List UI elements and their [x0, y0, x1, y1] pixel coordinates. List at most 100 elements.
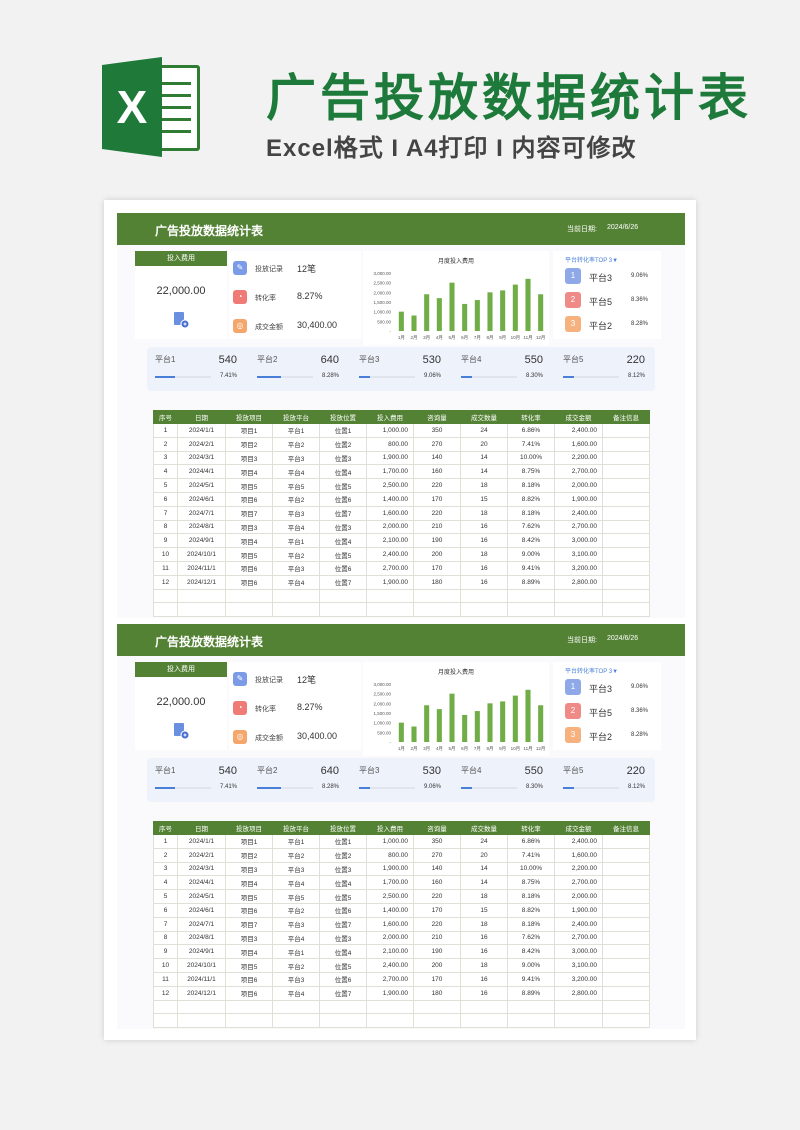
- table-cell: 3,100.00: [554, 958, 603, 973]
- table-cell: 2,000.00: [366, 519, 414, 535]
- stat-row: ◔ 转化率 8.27%: [229, 695, 361, 721]
- table-cell: 16: [460, 944, 508, 960]
- chart-bar: [411, 315, 417, 331]
- table-cell: 9: [153, 944, 178, 960]
- table-cell: 2,800.00: [554, 985, 603, 1001]
- table-row: 8 2024/8/1 项目3 平台4 位置3 2,000.00 210 16 7.62% 2,70…: [153, 519, 650, 535]
- table-cell: 项目5: [225, 889, 273, 904]
- platform-progress: [155, 376, 211, 378]
- table-cell: 3: [153, 450, 178, 466]
- table-cell: [366, 588, 414, 604]
- top3-title[interactable]: 平台转化率TOP 3▼: [565, 255, 618, 264]
- platform-pct: 9.06%: [423, 784, 441, 790]
- table-row: 6 2024/6/1 项目6 平台2 位置6 1,400.00 170 15 8.82% 1,90…: [153, 902, 650, 918]
- column-header: 咨询量: [413, 410, 461, 424]
- table-cell: [366, 999, 414, 1015]
- table-cell: 2024/10/1: [177, 547, 226, 562]
- y-tick-label: 3,000.00: [373, 271, 391, 276]
- table-cell: 项目6: [225, 971, 273, 987]
- table-cell: 8.18%: [507, 916, 555, 932]
- table-cell: 2,400.00: [554, 505, 603, 521]
- x-tick-label: 9月: [499, 335, 506, 341]
- table-cell: 210: [413, 519, 461, 535]
- stat-row: ✎ 投放记录 12笔: [229, 666, 361, 692]
- x-tick-label: 8月: [486, 746, 493, 752]
- chart-bar: [411, 726, 417, 742]
- table-cell: [602, 834, 650, 849]
- table-cell: 平台4: [272, 930, 320, 946]
- table-cell: 3,100.00: [554, 547, 603, 562]
- platform-name: 平台3: [359, 766, 380, 775]
- table-cell: 平台1: [272, 944, 320, 960]
- table-cell: 10.00%: [507, 861, 555, 877]
- table-cell: [177, 1013, 226, 1029]
- table-cell: 8.82%: [507, 902, 555, 918]
- table-row: [153, 999, 650, 1015]
- table-row: 3 2024/3/1 项目3 平台3 位置3 1,900.00 140 14 10.00% 2,2…: [153, 861, 650, 877]
- top3-title[interactable]: 平台转化率TOP 3▼: [565, 666, 618, 675]
- table-cell: 18: [460, 889, 508, 904]
- table-cell: 平台5: [272, 478, 320, 493]
- table-cell: 项目6: [225, 985, 273, 1001]
- table-cell: [602, 450, 650, 466]
- table-row: 6 2024/6/1 项目6 平台2 位置6 1,400.00 170 15 8.82% 1,90…: [153, 491, 650, 507]
- top3-item: 1 平台3 9.06%: [553, 676, 661, 700]
- table-cell: 16: [460, 971, 508, 987]
- table-cell: 8: [153, 930, 178, 946]
- table-cell: 24: [460, 834, 508, 849]
- table-cell: 项目6: [225, 491, 273, 507]
- date-value: 2024/6/26: [607, 635, 639, 642]
- table-cell: 8: [153, 519, 178, 535]
- table-cell: 平台3: [272, 916, 320, 932]
- chart-bar: [487, 292, 493, 331]
- table-cell: 位置6: [319, 902, 367, 918]
- x-tick-label: 2月: [410, 746, 417, 752]
- column-header: 投放项目: [225, 410, 273, 424]
- table-cell: [319, 588, 367, 604]
- table-cell: 2024/7/1: [177, 505, 226, 521]
- table-cell: 15: [460, 491, 508, 507]
- table-cell: [319, 999, 367, 1015]
- table-cell: 200: [413, 958, 461, 973]
- table-cell: 项目7: [225, 505, 273, 521]
- platform-name: 平台2: [257, 766, 278, 775]
- table-cell: 2,100.00: [366, 533, 414, 549]
- monthly-cost-chart: 月度投入费用 3,000.00 2,500.00 2,000.00 1,500.00 1,…: [363, 662, 549, 756]
- table-cell: 1,900.00: [366, 985, 414, 1001]
- header: X 广告投放数据统计表 Excel格式 I A4打印 I 内容可修改: [0, 0, 800, 200]
- table-cell: [272, 602, 320, 618]
- table-cell: 350: [413, 423, 461, 438]
- top3-rate: 8.36%: [631, 708, 649, 714]
- platform-box: 平台1 540 7.41%: [147, 758, 247, 802]
- table-cell: [225, 602, 273, 618]
- chart-bar: [398, 311, 404, 331]
- table-cell: 1,700.00: [366, 464, 414, 480]
- table-cell: 2024/8/1: [177, 930, 226, 946]
- stat-label: 投放记录: [255, 266, 283, 273]
- platform-box: 平台4 550 8.30%: [453, 347, 553, 391]
- table-cell: 12: [153, 574, 178, 590]
- table-cell: [602, 985, 650, 1001]
- top3-card: 平台转化率TOP 3▼ 1 平台3 9.06% 2 平台5 8.36% 3 平台…: [553, 251, 661, 339]
- table-cell: [602, 574, 650, 590]
- table-cell: 平台4: [272, 875, 320, 891]
- column-header: 投放平台: [272, 821, 320, 835]
- kpi-card: 投入费用 22,000.00: [135, 251, 227, 339]
- platform-value: 640: [320, 354, 339, 366]
- x-tick-label: 12月: [536, 746, 546, 752]
- table-cell: 2024/4/1: [177, 875, 226, 891]
- table-cell: 2024/2/1: [177, 436, 226, 452]
- table-cell: [460, 602, 508, 618]
- table-cell: 5: [153, 478, 178, 493]
- table-cell: 项目3: [225, 930, 273, 946]
- date-label: 当前日期:: [567, 637, 597, 644]
- stat-label: 投放记录: [255, 677, 283, 684]
- x-tick-label: 3月: [423, 335, 430, 341]
- x-tick-label: 11月: [523, 746, 532, 752]
- column-header: 投入费用: [366, 821, 414, 835]
- y-tick-label: 2,500.00: [373, 692, 391, 697]
- table-cell: 14: [460, 450, 508, 466]
- table-row: 7 2024/7/1 项目7 平台3 位置7 1,600.00 220 18 8.18% 2,40…: [153, 916, 650, 932]
- chart-bar: [424, 705, 430, 742]
- table-row: 7 2024/7/1 项目7 平台3 位置7 1,600.00 220 18 8.18% 2,40…: [153, 505, 650, 521]
